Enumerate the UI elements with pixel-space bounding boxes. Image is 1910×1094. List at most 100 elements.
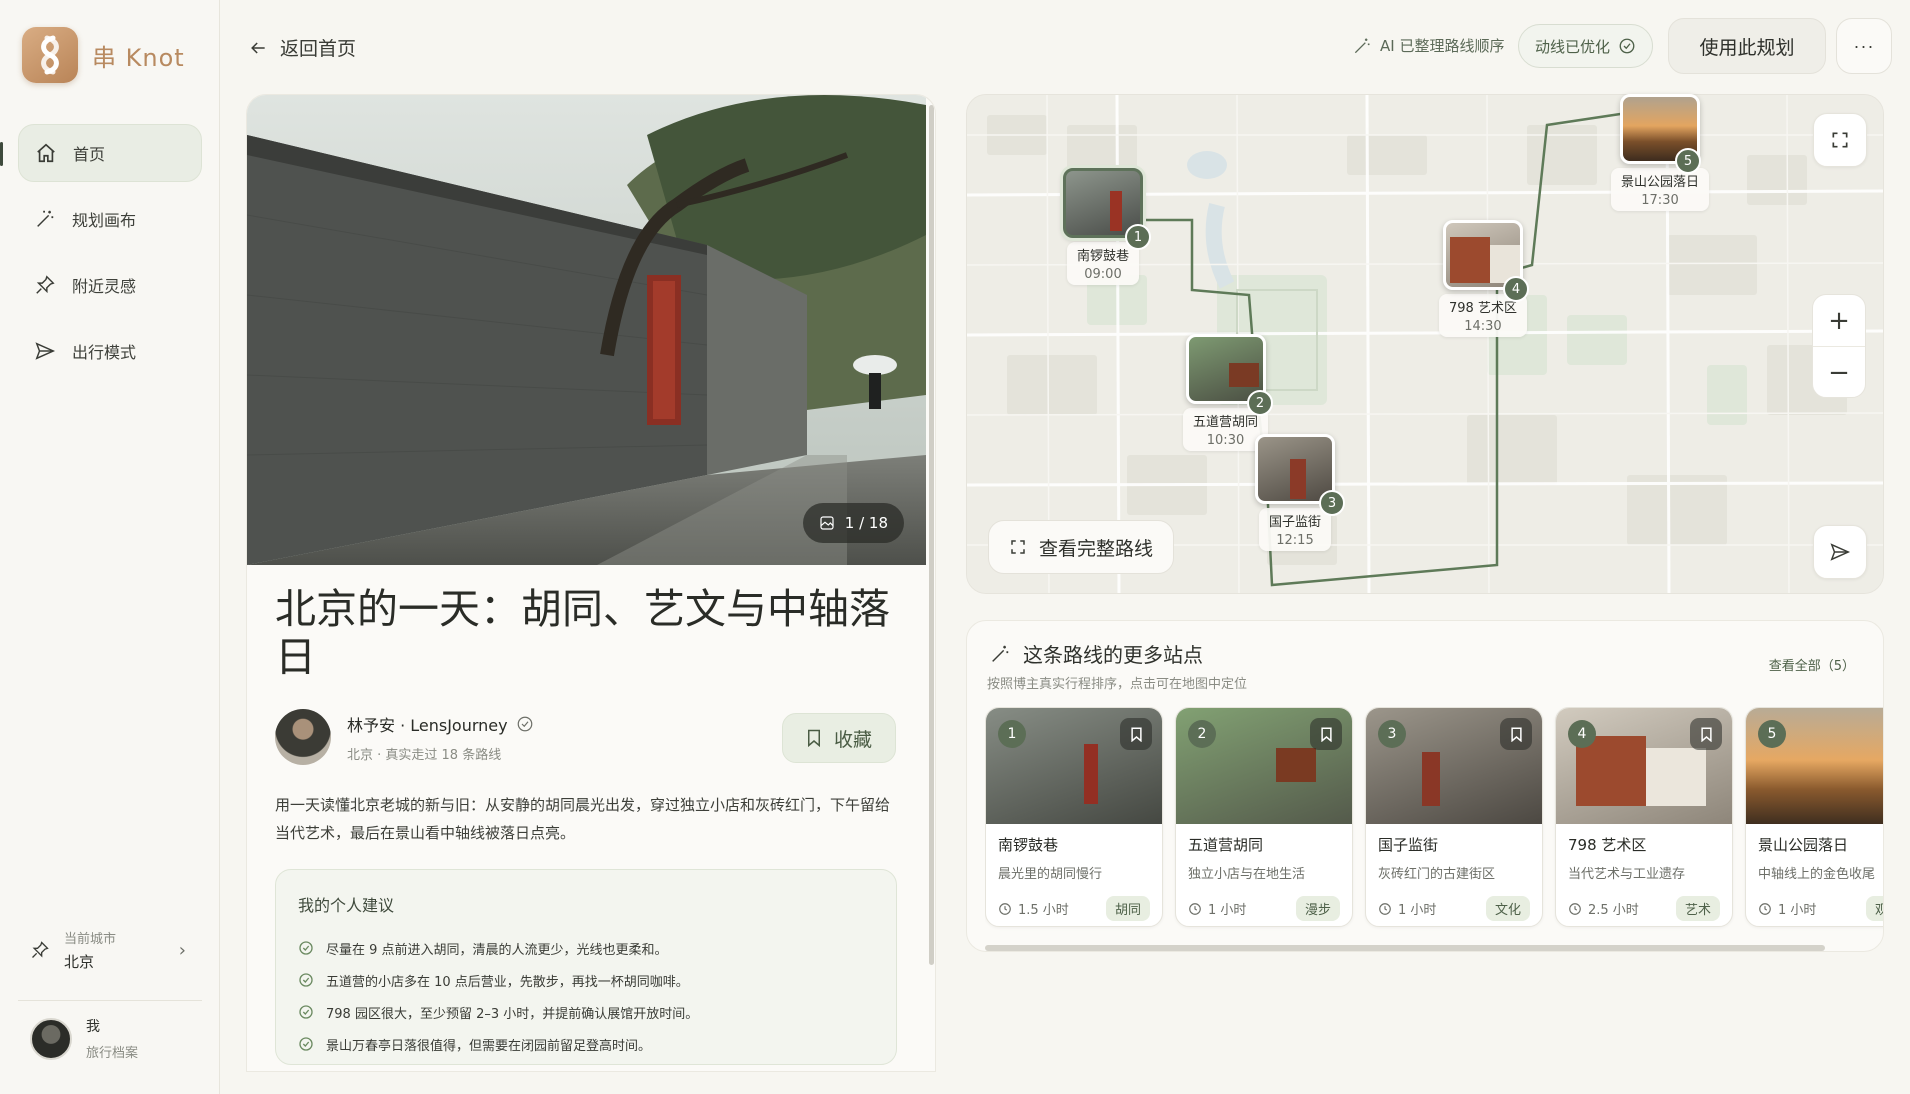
save-label: 收藏 bbox=[833, 729, 872, 751]
card-bookmark-button[interactable] bbox=[1310, 718, 1342, 750]
brand[interactable]: 串 Knot bbox=[22, 27, 185, 83]
author-name[interactable]: 林予安 · LensJourney bbox=[347, 712, 508, 736]
avatar bbox=[30, 1017, 72, 1060]
bookmark-icon bbox=[1510, 727, 1522, 742]
sidebar-item-planner[interactable]: 规划画布 bbox=[18, 190, 202, 248]
more-stops-title: 这条路线的更多站点 bbox=[1023, 643, 1203, 667]
author-info: 林予安 · LensJourney 北京 · 真实走过 18 条路线 bbox=[275, 709, 534, 765]
view-route-label: 查看完整路线 bbox=[1038, 538, 1153, 560]
card-duration: 1 小时 bbox=[1398, 903, 1437, 918]
active-indicator bbox=[0, 142, 3, 166]
sidebar-item-label: 出行模式 bbox=[72, 343, 137, 362]
article-description: 用一天读懂北京老城的新与旧：从安静的胡同晨光出发，穿过独立小店和灰砖红门，下午留… bbox=[275, 796, 891, 842]
clock-icon bbox=[1759, 902, 1771, 915]
sidebar: 串 Knot 首页 规划画布 附近灵感 出行模式 当前城市 北京 › 我 旅行档… bbox=[0, 0, 220, 1094]
sidebar-item-label: 首页 bbox=[73, 145, 106, 164]
card-tag: 文化 bbox=[1485, 896, 1530, 921]
map-pin-stop-3[interactable]: 3 国子监街 12:15 bbox=[1255, 434, 1345, 551]
use-plan-button[interactable]: 使用此规划 bbox=[1668, 18, 1826, 74]
clock-icon bbox=[1379, 902, 1391, 915]
author-meta: 北京 · 真实走过 18 条路线 bbox=[347, 747, 502, 763]
brand-logo-icon bbox=[22, 27, 78, 83]
sidebar-nav: 首页 规划画布 附近灵感 出行模式 bbox=[18, 124, 202, 388]
tips-title: 我的个人建议 bbox=[298, 896, 395, 915]
card-number: 2 bbox=[1188, 720, 1216, 748]
send-icon bbox=[35, 342, 56, 360]
more-stops-panel: 这条路线的更多站点 按照博主真实行程排序，点击可在地图中定位 查看全部（5） 1… bbox=[966, 620, 1884, 952]
tip-text: 798 园区很大，至少预留 2–3 小时，并提前确认展馆开放时间。 bbox=[326, 1006, 699, 1022]
check-circle-icon bbox=[299, 1005, 313, 1019]
more-options-button[interactable]: ··· bbox=[1836, 18, 1892, 74]
fullscreen-icon bbox=[1011, 540, 1025, 554]
check-circle-icon bbox=[299, 1037, 313, 1051]
zoom-out-button[interactable]: − bbox=[1813, 347, 1865, 399]
card-bookmark-button[interactable] bbox=[1120, 718, 1152, 750]
photo-count-badge[interactable]: 1 / 18 bbox=[802, 503, 904, 543]
card-duration: 2.5 小时 bbox=[1588, 903, 1639, 918]
tip-text: 尽量在 9 点前进入胡同，清晨的人流更少，光线也更柔和。 bbox=[326, 942, 668, 958]
map-pin-stop-1[interactable]: 1 南锣鼓巷 09:00 bbox=[1063, 168, 1151, 285]
card-desc: 独立小店与在地生活 bbox=[1188, 867, 1306, 882]
card-name: 五道营胡同 bbox=[1188, 836, 1264, 854]
stop-card-4[interactable]: 4 798 艺术区 当代艺术与工业遗存 2.5 小时 艺术 bbox=[1555, 707, 1733, 927]
map-pin-stop-5[interactable]: 5 景山公园落日 17:30 bbox=[1611, 94, 1710, 211]
send-icon bbox=[1830, 543, 1851, 561]
chevron-right-icon: › bbox=[178, 940, 186, 961]
current-city-selector[interactable]: 当前城市 北京 › bbox=[18, 918, 202, 982]
card-desc: 中轴线上的金色收尾 bbox=[1758, 867, 1876, 882]
stop-card-5[interactable]: 5 景山公园落日 中轴线上的金色收尾 1 小时 观景 bbox=[1745, 707, 1883, 927]
pin-time: 12:15 bbox=[1276, 533, 1314, 548]
tip-item: 五道营的小店多在 10 点后营业，先散步，再找一杯胡同咖啡。 bbox=[298, 964, 874, 996]
pin-number: 4 bbox=[1503, 276, 1529, 302]
hero-photo[interactable]: 1 / 18 bbox=[247, 95, 926, 565]
navigate-button[interactable] bbox=[1813, 525, 1867, 579]
tip-item: 景山万春亭日落很值得，但需要在闭园前留足登高时间。 bbox=[298, 1028, 874, 1060]
pin-icon bbox=[32, 941, 49, 958]
back-to-home-button[interactable]: 返回首页 bbox=[248, 34, 356, 61]
arrow-left-icon bbox=[251, 41, 265, 54]
card-number: 1 bbox=[998, 720, 1026, 748]
pin-time: 17:30 bbox=[1641, 193, 1679, 208]
pin-name: 国子监街 bbox=[1268, 515, 1321, 530]
tip-text: 景山万春亭日落很值得，但需要在闭园前留足登高时间。 bbox=[326, 1038, 652, 1054]
zoom-in-button[interactable]: + bbox=[1813, 295, 1865, 347]
view-full-route-button[interactable]: 查看完整路线 bbox=[988, 520, 1174, 574]
cards-scrollbar[interactable] bbox=[985, 945, 1825, 951]
fullscreen-button[interactable] bbox=[1813, 113, 1867, 167]
clock-icon bbox=[1189, 902, 1201, 915]
card-tag: 胡同 bbox=[1105, 896, 1150, 921]
ai-note-text: AI 已整理路线顺序 bbox=[1380, 37, 1505, 55]
sidebar-item-travel-mode[interactable]: 出行模式 bbox=[18, 322, 202, 380]
save-button[interactable]: 收藏 bbox=[782, 713, 896, 763]
check-circle-icon bbox=[1619, 38, 1635, 54]
profile-name: 我 bbox=[86, 1019, 100, 1035]
sidebar-item-home[interactable]: 首页 bbox=[18, 124, 202, 182]
stop-card-3[interactable]: 3 国子监街 灰砖红门的古建街区 1 小时 文化 bbox=[1365, 707, 1543, 927]
stop-card-1[interactable]: 1 南锣鼓巷 晨光里的胡同慢行 1.5 小时 胡同 bbox=[985, 707, 1163, 927]
view-all-link[interactable]: 查看全部（5） bbox=[1769, 655, 1855, 674]
card-name: 景山公园落日 bbox=[1758, 836, 1849, 854]
profile-link[interactable]: 我 旅行档案 bbox=[30, 1016, 138, 1061]
check-circle-icon bbox=[299, 941, 313, 955]
article-panel: 1 / 18 北京的一天：胡同、艺文与中轴落日 林予安 · LensJourne… bbox=[246, 94, 936, 1072]
card-desc: 灰砖红门的古建街区 bbox=[1378, 867, 1496, 882]
check-circle-icon bbox=[299, 973, 313, 987]
card-bookmark-button[interactable] bbox=[1500, 718, 1532, 750]
pin-name: 798 艺术区 bbox=[1449, 301, 1517, 316]
map-pin-stop-4[interactable]: 4 798 艺术区 14:30 bbox=[1439, 220, 1529, 337]
card-tag: 观景 bbox=[1865, 896, 1883, 921]
verified-icon bbox=[517, 716, 532, 731]
pin-number: 5 bbox=[1675, 148, 1701, 174]
stop-card-2[interactable]: 2 五道营胡同 独立小店与在地生活 1 小时 漫步 bbox=[1175, 707, 1353, 927]
divider bbox=[18, 1000, 202, 1001]
city-label: 当前城市 bbox=[64, 932, 117, 947]
card-bookmark-button[interactable] bbox=[1690, 718, 1722, 750]
card-number: 3 bbox=[1378, 720, 1406, 748]
author-avatar[interactable] bbox=[275, 709, 331, 765]
article-scrollbar[interactable] bbox=[929, 105, 934, 965]
card-tag: 漫步 bbox=[1295, 896, 1340, 921]
bookmark-icon bbox=[1700, 727, 1712, 742]
photo-count-text: 1 / 18 bbox=[844, 514, 888, 532]
stop-cards[interactable]: 1 南锣鼓巷 晨光里的胡同慢行 1.5 小时 胡同 2 五道营胡同 独立小店与在… bbox=[985, 707, 1883, 931]
sidebar-item-nearby[interactable]: 附近灵感 bbox=[18, 256, 202, 314]
